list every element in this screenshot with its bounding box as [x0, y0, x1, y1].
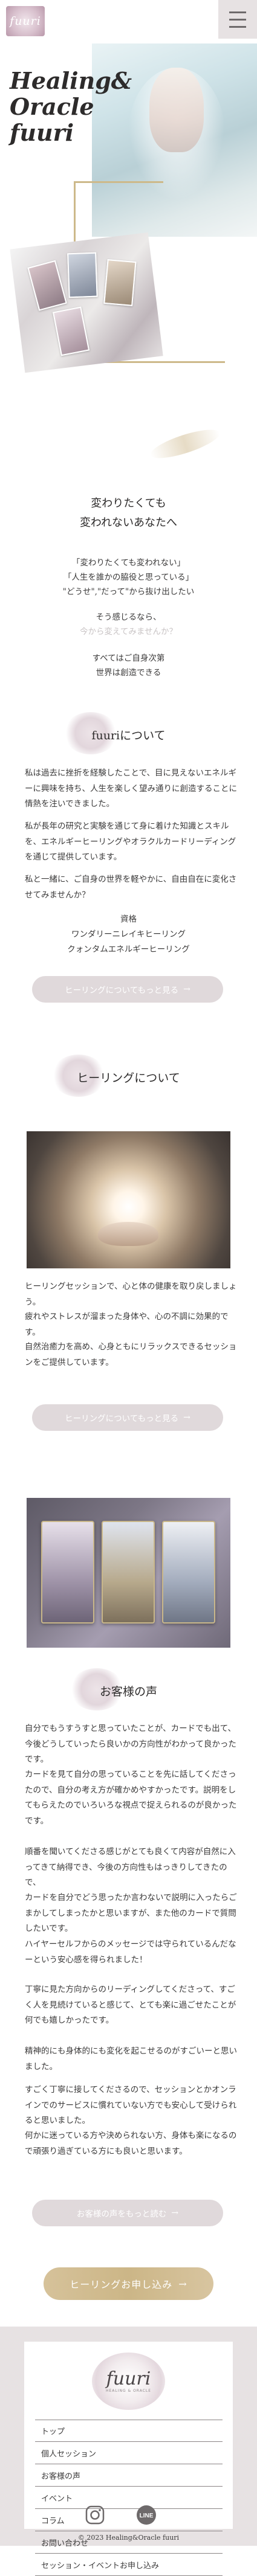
oracle-card-image — [67, 252, 98, 298]
hero-title-line: fuuri — [10, 119, 74, 146]
healing-paragraph: ヒーリングセッションで、心と体の健康を取り戻しましょう。 — [25, 1282, 237, 1307]
footer-nav-item-top[interactable]: トップ — [35, 2420, 223, 2442]
site-logo[interactable]: fuuri — [6, 6, 45, 36]
healing-more-button[interactable]: ヒーリングについてもっと見る → — [32, 1404, 223, 1431]
copyright: © 2023 Healing&Oracle fuuri — [77, 2534, 180, 2542]
line-icon-text: LINE — [140, 2513, 154, 2519]
oracle-card-image — [162, 1521, 215, 1624]
oracle-card-image — [52, 306, 90, 356]
qualification-item: ワンダリーニレイキヒーリング — [71, 930, 186, 939]
button-label: お客様の声をもっと読む — [76, 2209, 167, 2219]
testimonial-paragraph: カードを見て自分の思っていることを先に話してくださったので、自分の考え方が確かめ… — [25, 1770, 237, 1826]
section-heading-text: ヒーリングについて — [77, 1071, 180, 1085]
intro-quote: "どうせ","だって"から抜け出したい — [62, 587, 195, 597]
instagram-icon[interactable] — [85, 2505, 105, 2525]
menu-bar — [229, 18, 246, 21]
testimonial-paragraph: 精神的にも身体的にも変化を起こせるのがすごいーと思いました。 — [25, 2046, 237, 2072]
intro-quote: 「変わりたくても変われない」 — [71, 558, 186, 568]
footer-logo-name: fuuri — [106, 2368, 151, 2389]
section-heading-about: fuuriについて — [0, 712, 257, 754]
section-heading-testimonials: お客様の声 — [0, 1668, 257, 1710]
section-heading-text: お客様の声 — [99, 1685, 157, 1698]
testimonial-paragraph: 順番を聞いてくださる感じがとても良くて内容が自然に入ってきて納得でき、今後の方向… — [25, 1847, 236, 1887]
arrow-right-icon: → — [183, 1413, 190, 1422]
section-heading-text: fuuriについて — [91, 729, 166, 742]
button-label: ヒーリングについてもっと見る — [65, 1414, 179, 1424]
testimonials-more-button[interactable]: お客様の声をもっと読む → — [32, 2200, 223, 2226]
site-header: fuuri — [0, 0, 257, 43]
intro-question: 今から変えてみませんか？ — [80, 627, 177, 637]
intro-closing: すべてはご自身次第 — [92, 654, 165, 663]
oracle-cards-photo — [27, 1498, 230, 1648]
intro-title-line: 変わりたくても — [91, 497, 166, 510]
photo-hands — [98, 1222, 158, 1246]
about-paragraph: 私は過去に挫折を経験したことで、目に見えないエネルギーに興味を持ち、人生を楽しく… — [25, 768, 237, 809]
testimonial-paragraph: カードを自分でどう思ったか言わないで説明に入ったらごまかしてしまったかと思います… — [25, 1893, 237, 1933]
testimonial-paragraph: すごく丁寧に接してくださるので、セッションとかオンラインでのサービスに慣れていな… — [25, 2085, 237, 2125]
healing-apply-button[interactable]: ヒーリングお申し込み → — [44, 2267, 213, 2300]
hero-title: Healing& Oracle fuuri — [10, 68, 132, 146]
intro-title-line: 変われないあなたへ — [79, 516, 178, 529]
hero-photo-oracle-cards — [10, 232, 163, 373]
testimonial-paragraph: 何かに迷っている方や決められない方、身体も楽になるので頑張り過ぎている方にも良い… — [25, 2131, 237, 2156]
menu-bar — [229, 11, 246, 13]
footer-nav-item-voice[interactable]: お客様の声 — [35, 2464, 223, 2487]
intro-question: そう感じるなら、 — [96, 612, 161, 622]
footer-nav-item-apply[interactable]: セッション・イベントお申し込み — [35, 2554, 223, 2576]
healing-paragraph: 自然治癒力を高め、心身ともにリラックスできるセッションをご提供しています。 — [25, 1342, 237, 1367]
line-icon-graphic: LINE — [137, 2505, 156, 2525]
qualification-label: 資格 — [120, 914, 137, 924]
about-paragraph: 私が長年の研究と実験を通じて身に着けた知識とスキルを、エネルギーヒーリングやオラ… — [25, 821, 236, 862]
intro-closing: 世界は創造できる — [96, 668, 161, 678]
testimonial-paragraph: ハイヤーセルフからのメッセージでは守られているんだなーという安心感を得られました… — [25, 1939, 236, 1965]
footer-logo-sub: HEALING & ORACLE — [105, 2389, 152, 2393]
button-label: ヒーリングについてもっと見る — [65, 986, 179, 995]
hero-title-line: Oracle — [10, 93, 94, 120]
site-logo-text: fuuri — [10, 14, 41, 28]
footer-logo[interactable]: fuuri HEALING & ORACLE — [92, 2353, 165, 2410]
line-icon[interactable]: LINE — [136, 2505, 157, 2525]
menu-bar — [229, 25, 246, 28]
hero-title-line: Healing& — [10, 67, 132, 94]
hero-photo-figure — [149, 68, 204, 152]
arrow-right-icon: → — [178, 2278, 187, 2290]
testimonial-paragraph: 自分でもうすうすと思っていたことが、カードでも出て、今後どうしていったら良いかの… — [25, 1724, 236, 1764]
instagram-icon-graphic — [85, 2505, 105, 2525]
about-more-button[interactable]: ヒーリングについてもっと見る → — [32, 976, 223, 1003]
testimonial-paragraph: 丁寧に見た方向からのリーディングしてくださって、すごく人を見続けていると感じて、… — [25, 1985, 236, 2025]
footer-nav-item-column[interactable]: コラム — [35, 2509, 223, 2531]
healing-hands-light-photo — [27, 1131, 230, 1268]
oracle-card-image — [27, 260, 67, 311]
intro-quote: 「人生を誰かの脇役と思っている」 — [63, 573, 194, 582]
oracle-card-image — [102, 1521, 155, 1624]
footer-nav-item-session[interactable]: 個人セッション — [35, 2442, 223, 2464]
hero-gold-line — [74, 181, 163, 183]
about-paragraph: 私と一緒に、ご自身の世界を軽やかに、自由自在に変化させてみませんか？ — [25, 875, 237, 900]
button-label: ヒーリングお申し込み — [70, 2279, 173, 2290]
arrow-right-icon: → — [171, 2208, 179, 2218]
footer-nav: トップ 個人セッション お客様の声 イベント コラム お問い合わせ セッション・… — [35, 2420, 223, 2576]
decorative-brush-stroke — [148, 424, 223, 464]
healing-paragraph: 疲れやストレスが溜まった身体や、心の不調に効果的です。 — [25, 1312, 229, 1337]
footer-nav-item-event[interactable]: イベント — [35, 2487, 223, 2509]
oracle-card-image — [41, 1521, 94, 1624]
oracle-card-image — [103, 259, 137, 306]
hamburger-menu-icon[interactable] — [218, 0, 257, 39]
section-heading-healing: ヒーリングについて — [0, 1055, 257, 1097]
qualification-item: クォンタムエネルギーヒーリング — [67, 945, 190, 954]
arrow-right-icon: → — [183, 984, 190, 994]
